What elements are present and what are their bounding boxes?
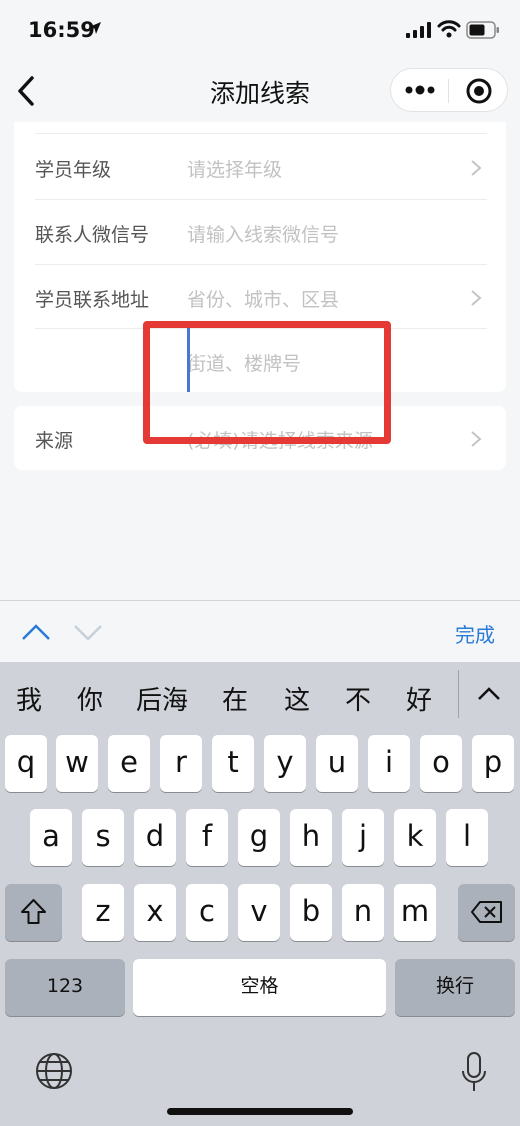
address-region-select[interactable]: 省份、城市、区县 bbox=[187, 285, 339, 312]
microphone-icon[interactable] bbox=[460, 1051, 488, 1095]
status-bar: 16:59 bbox=[0, 0, 520, 60]
wechat-id-input[interactable]: 请输入线索微信号 bbox=[187, 220, 339, 247]
home-indicator bbox=[167, 1108, 353, 1115]
key-k[interactable]: k bbox=[394, 809, 436, 866]
candidate-word[interactable]: 你 bbox=[77, 680, 103, 717]
key-i[interactable]: i bbox=[368, 735, 410, 792]
key-g[interactable]: g bbox=[238, 809, 280, 866]
nav-bar: 添加线索 bbox=[0, 60, 520, 122]
address-label: 学员联系地址 bbox=[35, 289, 150, 311]
key-e[interactable]: e bbox=[108, 735, 150, 792]
chevron-right-icon bbox=[471, 160, 482, 176]
key-x[interactable]: x bbox=[134, 884, 176, 941]
wifi-icon bbox=[437, 20, 461, 38]
key-d[interactable]: d bbox=[134, 809, 176, 866]
key-b[interactable]: b bbox=[290, 884, 332, 941]
key-a[interactable]: a bbox=[30, 809, 72, 866]
chevron-right-icon bbox=[471, 431, 482, 447]
key-q[interactable]: q bbox=[5, 735, 47, 792]
shift-key[interactable] bbox=[5, 884, 62, 941]
key-o[interactable]: o bbox=[420, 735, 462, 792]
student-grade-row[interactable]: 学员年级 请选择年级 bbox=[14, 135, 506, 199]
globe-icon[interactable] bbox=[34, 1051, 74, 1091]
delete-key[interactable] bbox=[458, 884, 515, 941]
key-u[interactable]: u bbox=[316, 735, 358, 792]
key-w[interactable]: w bbox=[56, 735, 98, 792]
key-n[interactable]: n bbox=[342, 884, 384, 941]
signal-icon bbox=[406, 22, 431, 38]
key-r[interactable]: r bbox=[160, 735, 202, 792]
close-target-icon[interactable] bbox=[465, 77, 493, 105]
shift-icon bbox=[21, 899, 46, 924]
battery-icon bbox=[466, 21, 499, 39]
chevron-right-icon bbox=[471, 290, 482, 306]
candidate-word[interactable]: 在 bbox=[222, 680, 248, 717]
backspace-icon bbox=[471, 901, 502, 923]
key-m[interactable]: m bbox=[394, 884, 436, 941]
status-time: 16:59 bbox=[28, 18, 95, 42]
source-label: 来源 bbox=[35, 430, 74, 452]
candidate-word[interactable]: 后海 bbox=[136, 680, 188, 717]
candidate-divider bbox=[458, 670, 459, 718]
expand-candidates-icon[interactable] bbox=[474, 684, 504, 704]
key-s[interactable]: s bbox=[82, 809, 124, 866]
done-button[interactable]: 完成 bbox=[455, 619, 495, 648]
wechat-id-label: 联系人微信号 bbox=[35, 224, 150, 246]
return-key[interactable]: 换行 bbox=[395, 959, 515, 1016]
candidate-word[interactable]: 好 bbox=[406, 680, 432, 717]
key-z[interactable]: z bbox=[82, 884, 124, 941]
keyboard-accessory-bar: 完成 bbox=[0, 600, 520, 662]
chevron-down-icon[interactable] bbox=[72, 621, 104, 643]
capsule-divider bbox=[448, 79, 449, 103]
key-h[interactable]: h bbox=[290, 809, 332, 866]
numbers-key[interactable]: 123 bbox=[5, 959, 125, 1016]
key-l[interactable]: l bbox=[446, 809, 488, 866]
key-j[interactable]: j bbox=[342, 809, 384, 866]
location-arrow-icon bbox=[89, 22, 101, 34]
key-c[interactable]: c bbox=[186, 884, 228, 941]
student-grade-select[interactable]: 请选择年级 bbox=[187, 155, 282, 182]
key-v[interactable]: v bbox=[238, 884, 280, 941]
space-key[interactable]: 空格 bbox=[133, 959, 386, 1016]
row-divider bbox=[35, 133, 487, 134]
candidate-word[interactable]: 这 bbox=[284, 680, 310, 717]
key-y[interactable]: y bbox=[264, 735, 306, 792]
mini-program-capsule bbox=[390, 68, 508, 112]
chevron-up-icon[interactable] bbox=[20, 621, 52, 643]
candidate-word[interactable]: 我 bbox=[16, 680, 42, 717]
highlight-annotation-box bbox=[143, 321, 391, 444]
wechat-id-row: 联系人微信号 请输入线索微信号 bbox=[14, 200, 506, 264]
key-f[interactable]: f bbox=[186, 809, 228, 866]
candidate-word[interactable]: 不 bbox=[345, 680, 371, 717]
address-region-row[interactable]: 学员联系地址 省份、城市、区县 bbox=[14, 265, 506, 329]
student-grade-label: 学员年级 bbox=[35, 159, 112, 181]
keyboard: 我 你 后海 在 这 不 好 q w e r t y u i o p a s d… bbox=[0, 662, 520, 1126]
key-p[interactable]: p bbox=[472, 735, 514, 792]
key-t[interactable]: t bbox=[212, 735, 254, 792]
more-icon[interactable] bbox=[403, 77, 437, 103]
